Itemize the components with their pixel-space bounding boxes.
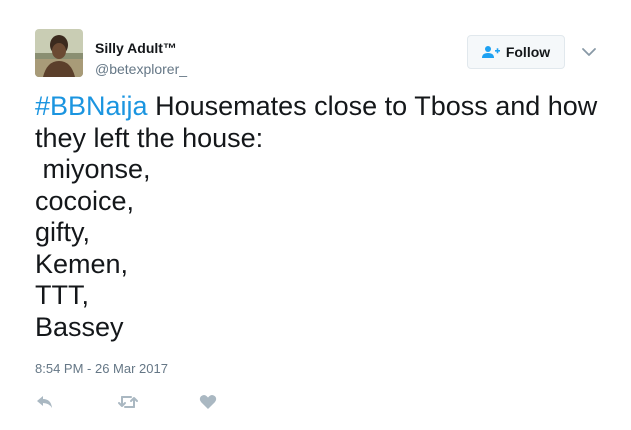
tweet-line-text: Housemates close to Tboss and how — [147, 91, 598, 121]
tweet-timestamp[interactable]: 8:54 PM - 26 Mar 2017 — [35, 361, 168, 376]
hashtag-link[interactable]: #BBNaija — [35, 91, 148, 121]
tweet-line: Kemen, — [35, 248, 129, 279]
user-info: Silly Adult™ @betexplorer_ — [95, 39, 187, 78]
follow-button[interactable]: Follow — [467, 35, 565, 69]
tweet-line: they left the house: — [35, 122, 264, 153]
follow-label: Follow — [505, 44, 551, 60]
tweet-line: TTT, — [35, 280, 89, 310]
reply-icon[interactable] — [35, 393, 55, 416]
user-handle[interactable]: @betexplorer_ — [95, 60, 187, 78]
tweet-line: Bassey — [35, 311, 124, 342]
heart-icon[interactable] — [199, 393, 217, 416]
display-name[interactable]: Silly Adult™ — [95, 39, 187, 57]
tweet-line: #BBNaija Housemates close to Tboss and h… — [35, 91, 605, 123]
person-plus-icon — [481, 45, 500, 59]
tweet-line: cocoice, — [35, 185, 135, 216]
chevron-down-icon[interactable] — [581, 45, 597, 57]
tweet-header: Silly Adult™ @betexplorer_ Follow — [35, 29, 605, 81]
tweet-text: #BBNaija Housemates close to Tboss and h… — [35, 91, 605, 343]
tweet-line: miyonse, — [35, 154, 151, 184]
avatar[interactable] — [35, 29, 83, 77]
tweet-line: gifty, — [35, 217, 91, 247]
retweet-icon[interactable] — [117, 393, 139, 416]
